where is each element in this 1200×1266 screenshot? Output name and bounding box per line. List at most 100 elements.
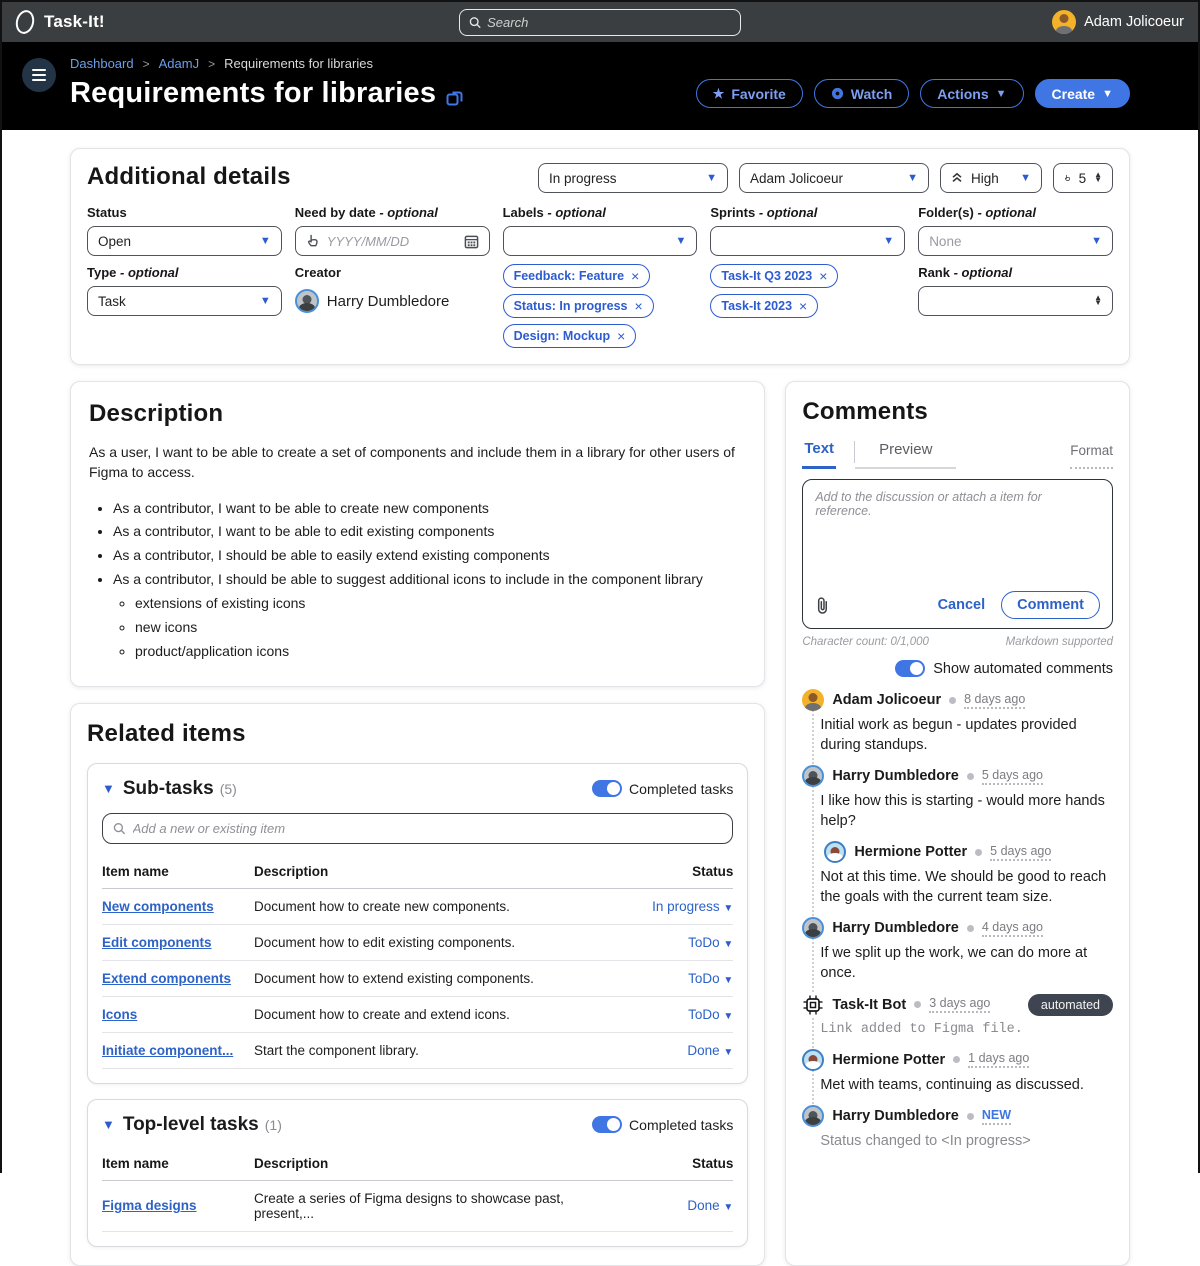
item-link[interactable]: Extend components bbox=[102, 971, 231, 986]
need-by-date-field: Need by date - optional YYYY/MM/DD bbox=[295, 205, 490, 256]
item-link[interactable]: New components bbox=[102, 899, 214, 914]
sprints-select[interactable]: ▼ bbox=[710, 226, 905, 256]
stepper-arrows-icon[interactable]: ▲▼ bbox=[1094, 296, 1102, 306]
collapse-icon[interactable]: ▼ bbox=[102, 781, 115, 796]
close-icon[interactable]: × bbox=[617, 328, 625, 344]
show-automated-toggle[interactable] bbox=[895, 660, 925, 677]
actions-button[interactable]: Actions ▼ bbox=[920, 79, 1023, 108]
comment-item: Harry Dumbledore 4 days ago If we split … bbox=[802, 917, 1113, 983]
sprint-chip[interactable]: Task-It Q3 2023× bbox=[710, 264, 838, 288]
creator-value: Harry Dumbledore bbox=[295, 286, 490, 313]
item-link[interactable]: Figma designs bbox=[102, 1198, 197, 1213]
comment-time[interactable]: 4 days ago bbox=[982, 920, 1043, 937]
comment-author: Task-It Bot bbox=[832, 997, 906, 1013]
breadcrumb-dashboard[interactable]: Dashboard bbox=[70, 56, 134, 71]
comment-item: Adam Jolicoeur 8 days ago Initial work a… bbox=[802, 689, 1113, 755]
item-link[interactable]: Initiate component... bbox=[102, 1043, 233, 1058]
add-item-box[interactable] bbox=[102, 813, 733, 844]
copy-icon[interactable] bbox=[446, 89, 464, 107]
status-dropdown[interactable]: Done ▼ bbox=[687, 1043, 733, 1058]
subtasks-count: (5) bbox=[220, 781, 237, 797]
cancel-button[interactable]: Cancel bbox=[938, 597, 986, 613]
comment-time[interactable]: 5 days ago bbox=[990, 844, 1051, 861]
logo-icon bbox=[13, 8, 36, 36]
type-select[interactable]: Task ▼ bbox=[87, 286, 282, 316]
comment-item-reply: Hermione Potter 5 days ago Not at this t… bbox=[802, 841, 1113, 907]
close-icon[interactable]: × bbox=[635, 298, 643, 314]
date-placeholder: YYYY/MM/DD bbox=[327, 234, 409, 249]
priority-select[interactable]: High ▼ bbox=[940, 163, 1042, 193]
sprint-chip[interactable]: Task-It 2023× bbox=[710, 294, 818, 318]
tab-preview[interactable]: Preview bbox=[855, 441, 956, 469]
watch-button[interactable]: Watch bbox=[814, 79, 909, 108]
quick-status-select[interactable]: In progress ▼ bbox=[538, 163, 728, 193]
paperclip-icon[interactable] bbox=[815, 597, 829, 614]
rank-stepper[interactable]: ▲▼ bbox=[918, 286, 1113, 316]
chevron-down-icon: ▼ bbox=[723, 903, 733, 914]
folders-select[interactable]: None ▼ bbox=[918, 226, 1113, 256]
table-row: Figma designs Create a series of Figma d… bbox=[102, 1180, 733, 1231]
priority-high-icon bbox=[951, 172, 963, 184]
chevron-down-icon: ▼ bbox=[723, 975, 733, 986]
completed-tasks-toggle[interactable] bbox=[592, 780, 622, 797]
menu-button[interactable] bbox=[22, 58, 56, 92]
comment-text: If we split up the work, we can do more … bbox=[820, 944, 1113, 983]
status-dropdown[interactable]: ToDo ▼ bbox=[688, 935, 733, 950]
collapse-icon[interactable]: ▼ bbox=[102, 1117, 115, 1132]
create-button[interactable]: Create ▼ bbox=[1035, 79, 1130, 108]
close-icon[interactable]: × bbox=[631, 268, 639, 284]
comment-submit-button[interactable]: Comment bbox=[1001, 591, 1100, 619]
points-stepper[interactable]: 5 ▲▼ bbox=[1053, 163, 1113, 193]
close-icon[interactable]: × bbox=[799, 298, 807, 314]
search-input[interactable] bbox=[487, 15, 731, 30]
user-menu[interactable]: Adam Jolicoeur bbox=[741, 10, 1184, 34]
search-icon bbox=[469, 16, 481, 29]
label-chip[interactable]: Design: Mockup× bbox=[503, 324, 637, 348]
description-sub-bullet: extensions of existing icons bbox=[135, 594, 746, 613]
comment-time-new[interactable]: NEW bbox=[982, 1108, 1011, 1125]
item-link[interactable]: Icons bbox=[102, 1007, 137, 1022]
col-description: Description bbox=[254, 1150, 621, 1181]
date-input[interactable]: YYYY/MM/DD bbox=[295, 226, 490, 256]
item-link[interactable]: Edit components bbox=[102, 935, 212, 950]
app-logo[interactable]: Task-It! bbox=[16, 10, 459, 34]
comment-time[interactable]: 5 days ago bbox=[982, 768, 1043, 785]
labels-select[interactable]: ▼ bbox=[503, 226, 698, 256]
chevron-down-icon: ▼ bbox=[723, 1047, 733, 1058]
close-icon[interactable]: × bbox=[819, 268, 827, 284]
calendar-icon[interactable] bbox=[464, 234, 479, 249]
status-dropdown[interactable]: Done ▼ bbox=[687, 1198, 733, 1213]
col-status: Status bbox=[621, 858, 733, 889]
status-dropdown[interactable]: ToDo ▼ bbox=[688, 971, 733, 986]
subtasks-title[interactable]: Sub-tasks bbox=[123, 778, 214, 800]
status-select[interactable]: Open ▼ bbox=[87, 226, 282, 256]
global-search[interactable] bbox=[459, 9, 741, 36]
quick-assignee-select[interactable]: Adam Jolicoeur ▼ bbox=[739, 163, 929, 193]
dot-icon bbox=[967, 773, 974, 780]
format-button[interactable]: Format bbox=[1070, 443, 1113, 469]
chip-icon bbox=[802, 994, 824, 1016]
breadcrumb-adamj[interactable]: AdamJ bbox=[159, 56, 199, 71]
hand-pointer-icon bbox=[1064, 171, 1071, 185]
stepper-arrows-icon[interactable]: ▲▼ bbox=[1094, 173, 1102, 183]
details-fields: Status Open ▼ Type - optional Task ▼ bbox=[87, 205, 1113, 348]
labels-field: Labels - optional ▼ bbox=[503, 205, 698, 256]
completed-tasks-toggle[interactable] bbox=[592, 1116, 622, 1133]
comment-time[interactable]: 8 days ago bbox=[964, 692, 1025, 709]
label-chip[interactable]: Status: In progress× bbox=[503, 294, 654, 318]
status-dropdown[interactable]: In progress ▼ bbox=[652, 899, 733, 914]
table-row: Icons Document how to create and extend … bbox=[102, 996, 733, 1032]
favorite-button[interactable]: ★ Favorite bbox=[696, 79, 803, 108]
comment-editor[interactable]: Add to the discussion or attach a item f… bbox=[802, 479, 1113, 629]
toplevel-title[interactable]: Top-level tasks bbox=[123, 1114, 259, 1136]
comment-text: Initial work as begun - updates provided… bbox=[820, 716, 1113, 755]
add-item-input[interactable] bbox=[133, 821, 723, 836]
label-chip[interactable]: Feedback: Feature× bbox=[503, 264, 651, 288]
subtasks-table: Item name Description Status New compone… bbox=[102, 858, 733, 1069]
comment-time[interactable]: 1 days ago bbox=[968, 1051, 1029, 1068]
comment-time[interactable]: 3 days ago bbox=[929, 996, 990, 1013]
item-description: Document how to create new components. bbox=[254, 888, 621, 924]
tab-text[interactable]: Text bbox=[802, 440, 836, 469]
status-dropdown[interactable]: ToDo ▼ bbox=[688, 1007, 733, 1022]
sprints-field: Sprints - optional ▼ bbox=[710, 205, 905, 256]
